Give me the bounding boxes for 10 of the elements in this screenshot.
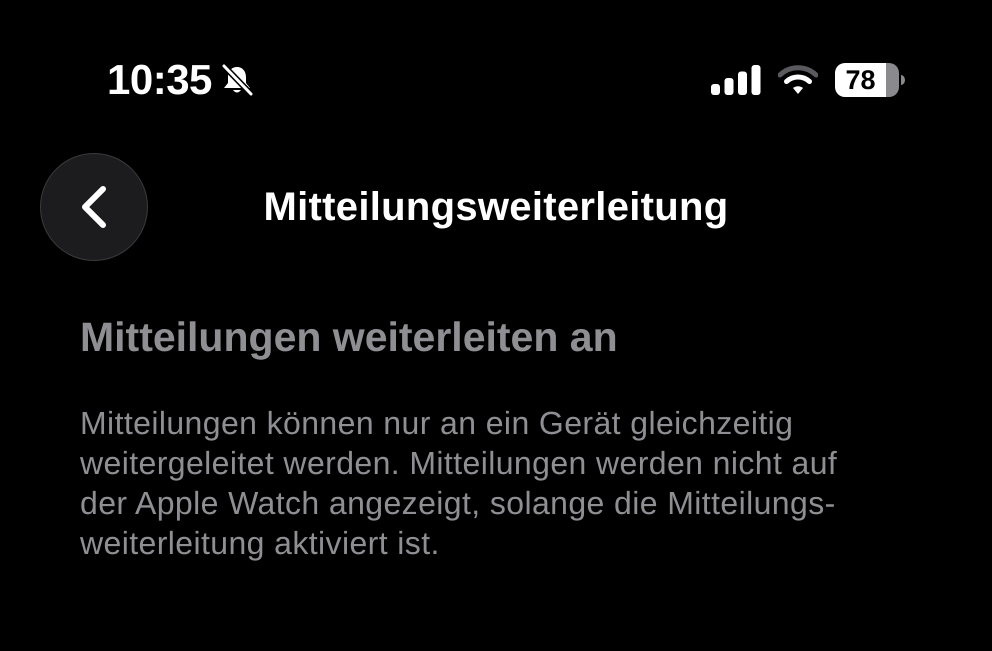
- section-heading: Mitteilungen weiterleiten an: [80, 313, 618, 361]
- chevron-left-icon: [79, 185, 109, 229]
- battery-percentage: 78: [835, 63, 886, 97]
- status-time: 10:35: [107, 59, 212, 101]
- bell-slash-icon: [220, 64, 254, 96]
- section-description: Mitteilungen können nur an ein Gerät gleichzeitig weitergeleitet werden. Mitteilungen werden nicht auf der Apple Watch angezeigt, solange die Mitteilungs-weiterleitung aktiviert ist.: [80, 404, 838, 563]
- battery-end-icon: [886, 63, 905, 97]
- signal-strength-icon: [711, 65, 761, 95]
- wifi-icon: [778, 65, 818, 95]
- page-title: Mitteilungsweiterleitung: [264, 187, 728, 227]
